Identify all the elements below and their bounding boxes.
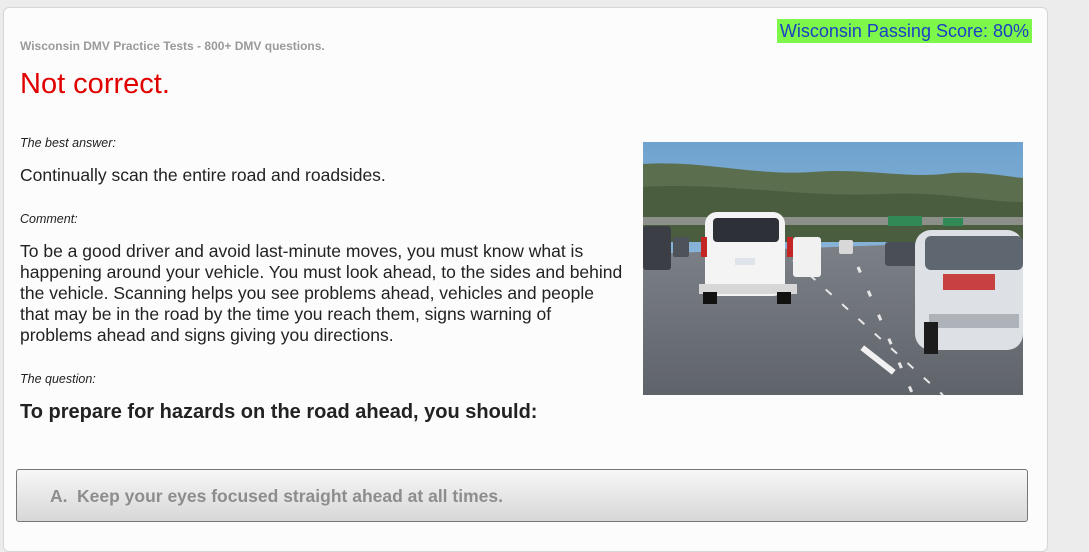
best-answer-label: The best answer: — [20, 136, 116, 150]
highway-traffic-image — [643, 142, 1023, 395]
site-title: Wisconsin DMV Practice Tests - 800+ DMV … — [20, 39, 325, 53]
answer-option-a[interactable]: A. Keep your eyes focused straight ahead… — [16, 469, 1028, 522]
best-answer-text: Continually scan the entire road and roa… — [20, 165, 386, 185]
question-card: Wisconsin Passing Score: 80% Wisconsin D… — [3, 7, 1048, 552]
question-text: To prepare for hazards on the road ahead… — [20, 401, 538, 423]
comment-label: Comment: — [20, 212, 78, 226]
answer-text: Keep your eyes focused straight ahead at… — [77, 486, 503, 506]
comment-text: To be a good driver and avoid last-minut… — [20, 241, 623, 345]
answer-letter: A. — [50, 486, 68, 506]
result-status: Not correct. — [20, 68, 170, 100]
question-label: The question: — [20, 372, 96, 386]
passing-score-badge: Wisconsin Passing Score: 80% — [776, 19, 1032, 43]
